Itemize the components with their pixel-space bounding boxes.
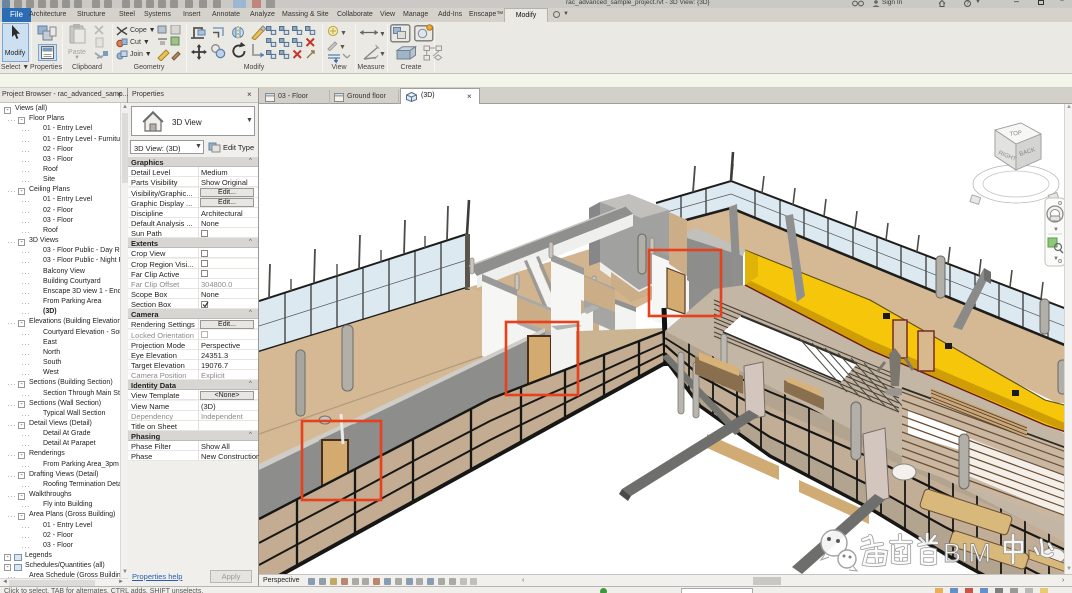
svg-text:▼: ▼ xyxy=(379,31,384,38)
svg-text:▼: ▼ xyxy=(1053,227,1059,233)
svg-text:BIM: BIM xyxy=(943,538,991,568)
svg-text:▼: ▼ xyxy=(340,30,347,37)
svg-text:▼: ▼ xyxy=(339,44,346,51)
svg-text:▼: ▼ xyxy=(379,51,385,58)
